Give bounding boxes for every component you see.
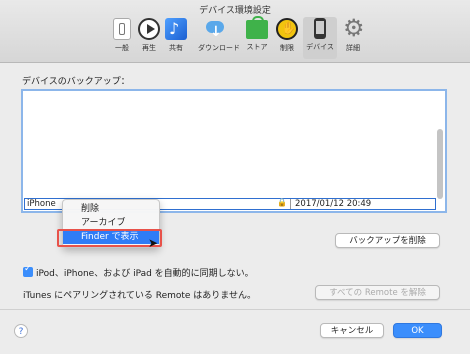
- tab-download-label: ダウンロード: [198, 44, 240, 52]
- scrollbar[interactable]: [437, 129, 443, 199]
- share-music-icon: [165, 18, 187, 40]
- backup-device-name: iPhone: [27, 199, 56, 209]
- tab-store-label: ストア: [246, 43, 268, 51]
- sync-option[interactable]: iPod、iPhone、および iPad を自動的に同期しない。: [23, 264, 254, 279]
- tab-restrictions-label: 制限: [280, 44, 294, 52]
- column-divider: [290, 199, 291, 209]
- toolbar: デバイス環境設定 一般 再生 共有 ダウンロード ストア 制限 デバイス: [0, 0, 470, 63]
- cancel-button[interactable]: キャンセル: [320, 323, 384, 338]
- window-title: デバイス環境設定: [199, 6, 271, 16]
- tab-store[interactable]: ストア: [240, 16, 274, 59]
- tab-download[interactable]: ダウンロード: [198, 17, 240, 59]
- gear-icon: [342, 14, 365, 42]
- tab-sharing-label: 共有: [169, 44, 183, 52]
- annotation-highlight: [57, 229, 162, 247]
- store-bag-icon: [246, 16, 268, 39]
- play-icon: [138, 18, 160, 40]
- iphone-icon: [314, 18, 326, 39]
- tab-devices[interactable]: デバイス: [303, 17, 337, 59]
- remote-status-text: iTunes にペアリングされている Remote はありません。: [23, 291, 257, 301]
- divider: [0, 309, 470, 310]
- menu-item-delete[interactable]: 削除: [63, 203, 159, 216]
- lock-icon: 🔒: [277, 198, 287, 207]
- general-icon: [113, 18, 131, 40]
- tab-advanced-label: 詳細: [346, 44, 360, 52]
- sync-checkbox[interactable]: [23, 264, 33, 277]
- tab-devices-label: デバイス: [306, 43, 334, 51]
- restriction-hand-icon: [276, 18, 298, 40]
- backup-section-label: デバイスのバックアップ：: [22, 77, 130, 87]
- mouse-cursor-icon: ➤: [148, 236, 159, 250]
- tab-restrictions[interactable]: 制限: [270, 17, 304, 59]
- delete-backup-button[interactable]: バックアップを削除: [335, 233, 440, 248]
- tab-advanced[interactable]: 詳細: [336, 14, 370, 59]
- device-preferences-window: デバイス環境設定 一般 再生 共有 ダウンロード ストア 制限 デバイス: [0, 0, 470, 354]
- unpair-all-remotes-button[interactable]: すべての Remote を解除: [315, 285, 440, 300]
- backup-list[interactable]: iPhone 🔒 2017/01/12 20:49: [21, 89, 447, 213]
- sync-checkbox-label: iPod、iPhone、および iPad を自動的に同期しない。: [36, 269, 254, 279]
- ok-button[interactable]: OK: [393, 323, 442, 338]
- download-cloud-icon: [204, 18, 226, 40]
- backup-date: 2017/01/12 20:49: [295, 199, 372, 209]
- tab-sharing[interactable]: 共有: [159, 17, 193, 59]
- help-button[interactable]: ?: [14, 324, 28, 338]
